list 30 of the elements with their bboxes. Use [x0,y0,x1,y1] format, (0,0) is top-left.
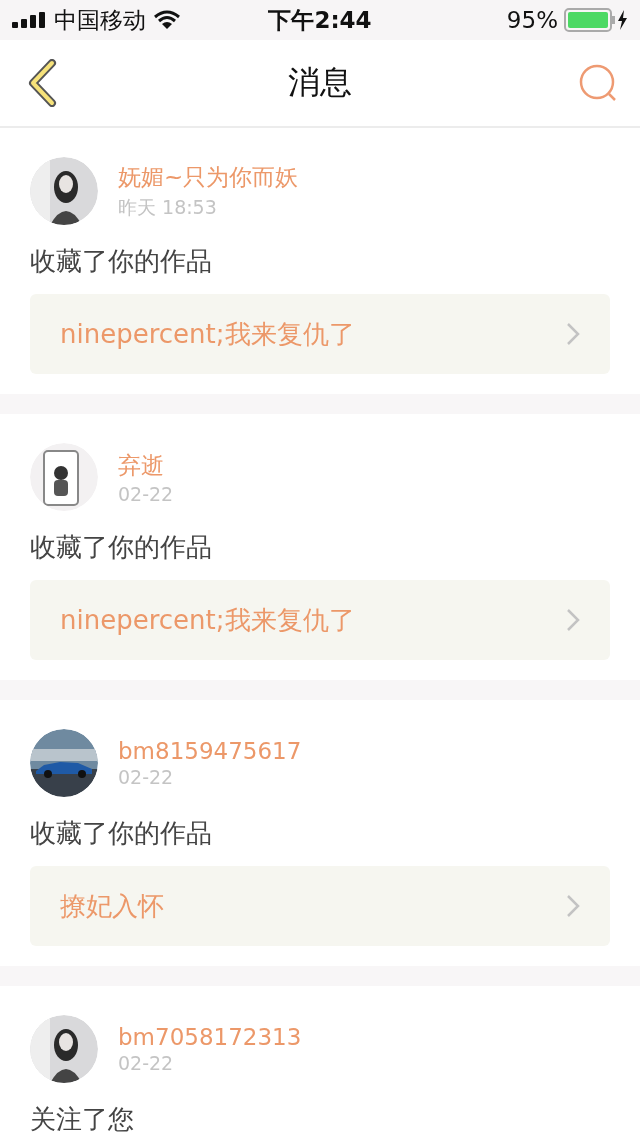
battery-icon [564,8,628,32]
signal-icon [12,12,46,28]
wifi-icon [154,10,180,30]
clock-time: 下午2:44 [268,6,372,33]
action-text: 收藏了你的作品 [30,245,213,278]
chevron-icon [566,894,580,918]
back-icon [27,59,57,107]
user-name[interactable]: 妩媚~只为你而妖 [118,161,299,193]
message-time: 02-22 [118,1052,175,1074]
page-title: 消息 [288,62,352,103]
work-card[interactable]: ninepercent;我来复仇了 [30,294,610,374]
action-text: 关注了您 [30,1103,135,1136]
work-title: ninepercent;我来复仇了 [60,603,355,637]
search-icon [578,63,618,103]
message-time: 02-22 [118,766,175,788]
action-text: 收藏了你的作品 [30,531,213,564]
action-text: 收藏了你的作品 [30,817,213,850]
user-name[interactable]: 弃逝 [118,449,174,481]
work-title: ninepercent;我来复仇了 [60,317,355,351]
battery-percent: 95% [506,7,558,33]
message-time: 昨天 18:53 [118,194,218,220]
message-time: 02-22 [118,482,174,505]
chevron-icon [566,608,580,632]
user-name[interactable]: bm7058172313 [118,1024,302,1050]
work-title: 撩妃入怀 [60,889,164,923]
work-card[interactable]: 撩妃入怀 [30,866,610,946]
user-name[interactable]: bm8159475617 [118,738,302,764]
work-card[interactable]: ninepercent;我来复仇了 [30,580,610,660]
chevron-icon [566,322,580,346]
carrier-name: 中国移动 [54,5,146,35]
